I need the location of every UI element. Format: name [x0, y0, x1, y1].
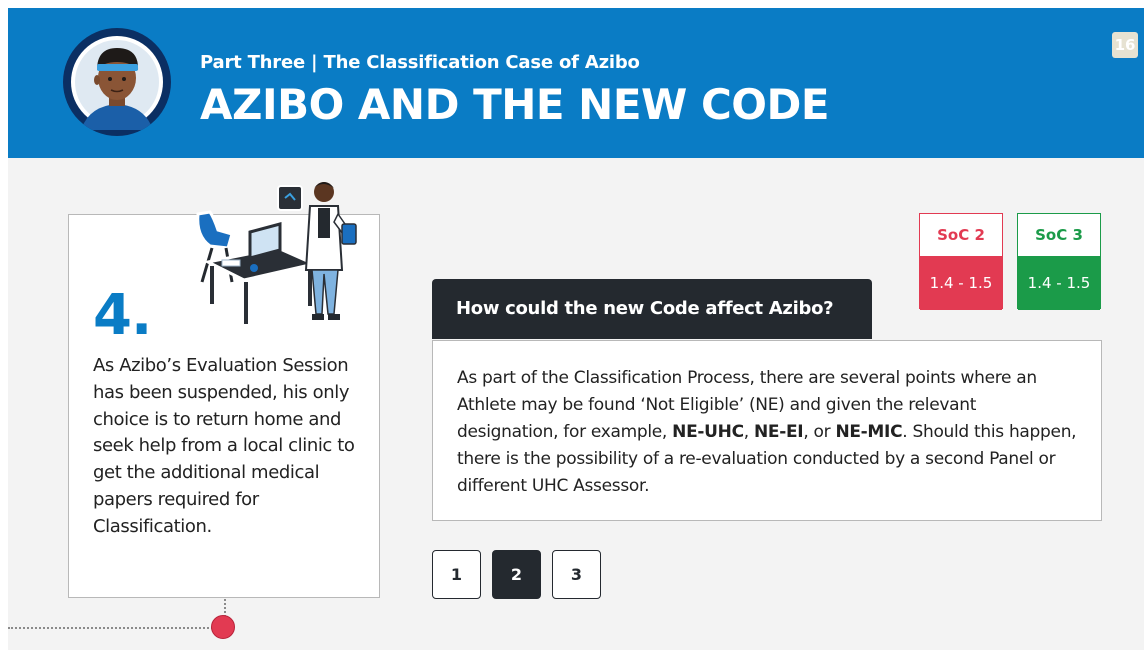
header-banner: Part Three | The Classification Case of … — [8, 8, 1144, 158]
page-button-1[interactable]: 1 — [432, 550, 481, 599]
ne-mic-term: NE-MIC — [835, 422, 903, 442]
doctor-at-desk-illustration — [188, 174, 368, 334]
timeline-line — [8, 627, 213, 629]
soc-2-badge: SoC 2 1.4 - 1.5 — [919, 213, 1003, 310]
question-body: As part of the Classification Process, t… — [432, 340, 1102, 521]
ne-ei-term: NE-EI — [753, 422, 804, 442]
athlete-avatar-icon — [63, 28, 171, 136]
page-button-2[interactable]: 2 — [492, 550, 541, 599]
soc-3-badge: SoC 3 1.4 - 1.5 — [1017, 213, 1101, 310]
step-number: 4. — [93, 283, 152, 348]
soc-2-label: SoC 2 — [937, 226, 985, 244]
soc-3-range: 1.4 - 1.5 — [1018, 256, 1100, 310]
timeline-dot[interactable] — [211, 615, 235, 639]
page-number-badge: 16 — [1112, 32, 1138, 58]
page-title: AZIBO AND THE NEW CODE — [200, 80, 830, 129]
ne-uhc-term: NE-UHC — [672, 422, 744, 442]
step-text: As Azibo’s Evaluation Session has been s… — [93, 355, 355, 537]
question-heading: How could the new Code affect Azibo? — [432, 279, 872, 339]
question-text-sep: , or — [803, 422, 836, 442]
soc-3-label: SoC 3 — [1035, 226, 1083, 244]
section-subtitle: Part Three | The Classification Case of … — [200, 52, 640, 73]
page-button-3[interactable]: 3 — [552, 550, 601, 599]
slide: Part Three | The Classification Case of … — [8, 8, 1144, 650]
soc-2-range: 1.4 - 1.5 — [920, 256, 1002, 310]
question-text-sep: , — [743, 422, 754, 442]
